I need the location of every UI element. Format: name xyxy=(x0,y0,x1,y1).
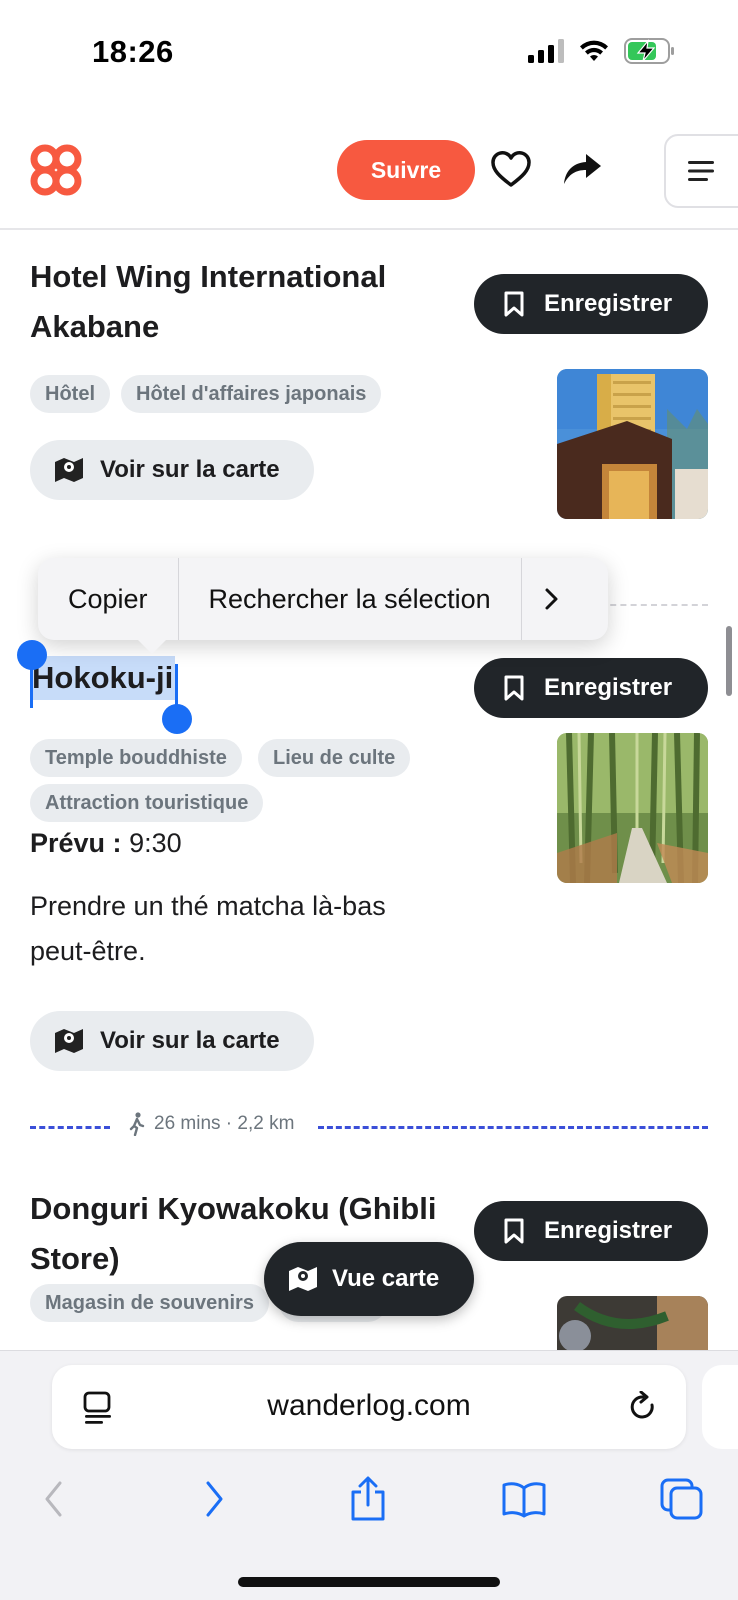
tag: Temple bouddhiste xyxy=(30,739,242,777)
tabs-icon xyxy=(660,1478,703,1520)
bookmark-icon xyxy=(504,1218,524,1244)
tabs-button[interactable] xyxy=(654,1471,710,1527)
view-on-map-label: Voir sur la carte xyxy=(100,456,280,483)
copy-menu-item[interactable]: Copier xyxy=(38,558,179,640)
reload-icon[interactable] xyxy=(628,1391,658,1423)
status-icons xyxy=(528,38,676,64)
next-tab-preview[interactable] xyxy=(702,1365,738,1449)
place-note[interactable]: Prendre un thé matcha là-bas peut-être. xyxy=(30,884,430,974)
view-on-map-button[interactable]: Voir sur la carte xyxy=(30,440,314,500)
book-icon xyxy=(502,1482,546,1518)
map-view-label: Vue carte xyxy=(332,1265,440,1292)
chevron-right-icon xyxy=(206,1481,223,1517)
cellular-signal-icon xyxy=(528,39,564,63)
bookmark-icon xyxy=(504,675,524,701)
bookmarks-button[interactable] xyxy=(496,1471,552,1527)
route-segment[interactable]: 26 mins · 2,2 km xyxy=(30,1112,708,1142)
selection-start-caret xyxy=(30,664,33,708)
planned-value: 9:30 xyxy=(129,828,182,858)
tag: Attraction touristique xyxy=(30,784,264,822)
route-divider xyxy=(600,604,708,606)
tag: Hôtel xyxy=(30,375,110,413)
tag: Magasin de souvenirs xyxy=(30,1284,269,1322)
wanderlog-logo-icon[interactable] xyxy=(28,142,84,198)
forward-button[interactable] xyxy=(186,1471,242,1527)
save-button[interactable]: Enregistrer xyxy=(474,1201,708,1261)
status-bar: 18:26 xyxy=(0,0,738,100)
planned-label: Prévu : xyxy=(30,828,122,858)
tag: Hôtel d'affaires japonais xyxy=(121,375,382,413)
store-photo-image xyxy=(557,1296,708,1350)
status-time: 18:26 xyxy=(92,34,174,69)
bookmark-icon xyxy=(504,291,524,317)
chevron-right-icon xyxy=(545,588,558,610)
back-button[interactable] xyxy=(26,1471,82,1527)
save-button[interactable]: Enregistrer xyxy=(474,274,708,334)
more-options-button[interactable] xyxy=(522,558,582,640)
map-icon xyxy=(289,1267,317,1291)
hotel-photo[interactable] xyxy=(557,369,708,519)
follow-button[interactable]: Suivre xyxy=(337,140,475,200)
menu-pointer xyxy=(138,640,166,654)
walking-icon xyxy=(129,1112,145,1136)
place-title-selected[interactable]: Hokoku-ji xyxy=(30,656,176,700)
route-dash-right xyxy=(318,1126,708,1129)
share-icon xyxy=(351,1476,385,1521)
itinerary-content: Hotel Wing International Akabane Enregis… xyxy=(0,232,738,1350)
route-dash-left xyxy=(30,1126,110,1129)
route-duration-distance: 26 mins · 2,2 km xyxy=(154,1113,295,1134)
hotel-photo-image xyxy=(557,369,708,519)
share-button[interactable] xyxy=(340,1471,396,1527)
address-bar[interactable]: wanderlog.com xyxy=(52,1365,686,1449)
scroll-indicator[interactable] xyxy=(726,626,732,696)
app-header: Suivre xyxy=(0,118,738,230)
selection-end-handle[interactable] xyxy=(162,704,192,734)
temple-bamboo-photo[interactable] xyxy=(557,733,708,883)
save-button[interactable]: Enregistrer xyxy=(474,658,708,718)
view-on-map-label: Voir sur la carte xyxy=(100,1027,280,1054)
bamboo-photo-image xyxy=(557,733,708,883)
place-title[interactable]: Hotel Wing International Akabane xyxy=(30,252,450,352)
map-view-button[interactable]: Vue carte xyxy=(264,1242,474,1316)
view-on-map-button[interactable]: Voir sur la carte xyxy=(30,1011,314,1071)
battery-charging-icon xyxy=(624,38,674,64)
map-icon xyxy=(55,458,83,482)
home-indicator[interactable] xyxy=(238,1577,500,1587)
search-selection-menu-item[interactable]: Rechercher la sélection xyxy=(179,558,522,640)
wifi-icon xyxy=(580,40,608,61)
planned-time: Prévu : 9:30 xyxy=(30,828,182,859)
tag: Lieu de culte xyxy=(258,739,411,777)
hamburger-menu-button[interactable] xyxy=(664,134,738,208)
save-label: Enregistrer xyxy=(544,290,673,317)
browser-toolbar: wanderlog.com xyxy=(0,1350,738,1600)
ghibli-store-photo[interactable] xyxy=(557,1296,708,1350)
text-selection-menu: Copier Rechercher la sélection xyxy=(38,558,608,654)
map-icon xyxy=(55,1029,83,1053)
url-text[interactable]: wanderlog.com xyxy=(52,1389,686,1423)
browser-nav-row xyxy=(0,1463,738,1533)
route-info: 26 mins · 2,2 km xyxy=(120,1112,303,1136)
heart-icon[interactable] xyxy=(489,148,533,192)
save-label: Enregistrer xyxy=(544,674,673,701)
chevron-left-icon xyxy=(45,1481,62,1517)
selection-end-caret xyxy=(175,664,178,708)
save-label: Enregistrer xyxy=(544,1217,673,1244)
share-arrow-icon[interactable] xyxy=(560,148,604,192)
hamburger-icon xyxy=(688,161,714,181)
